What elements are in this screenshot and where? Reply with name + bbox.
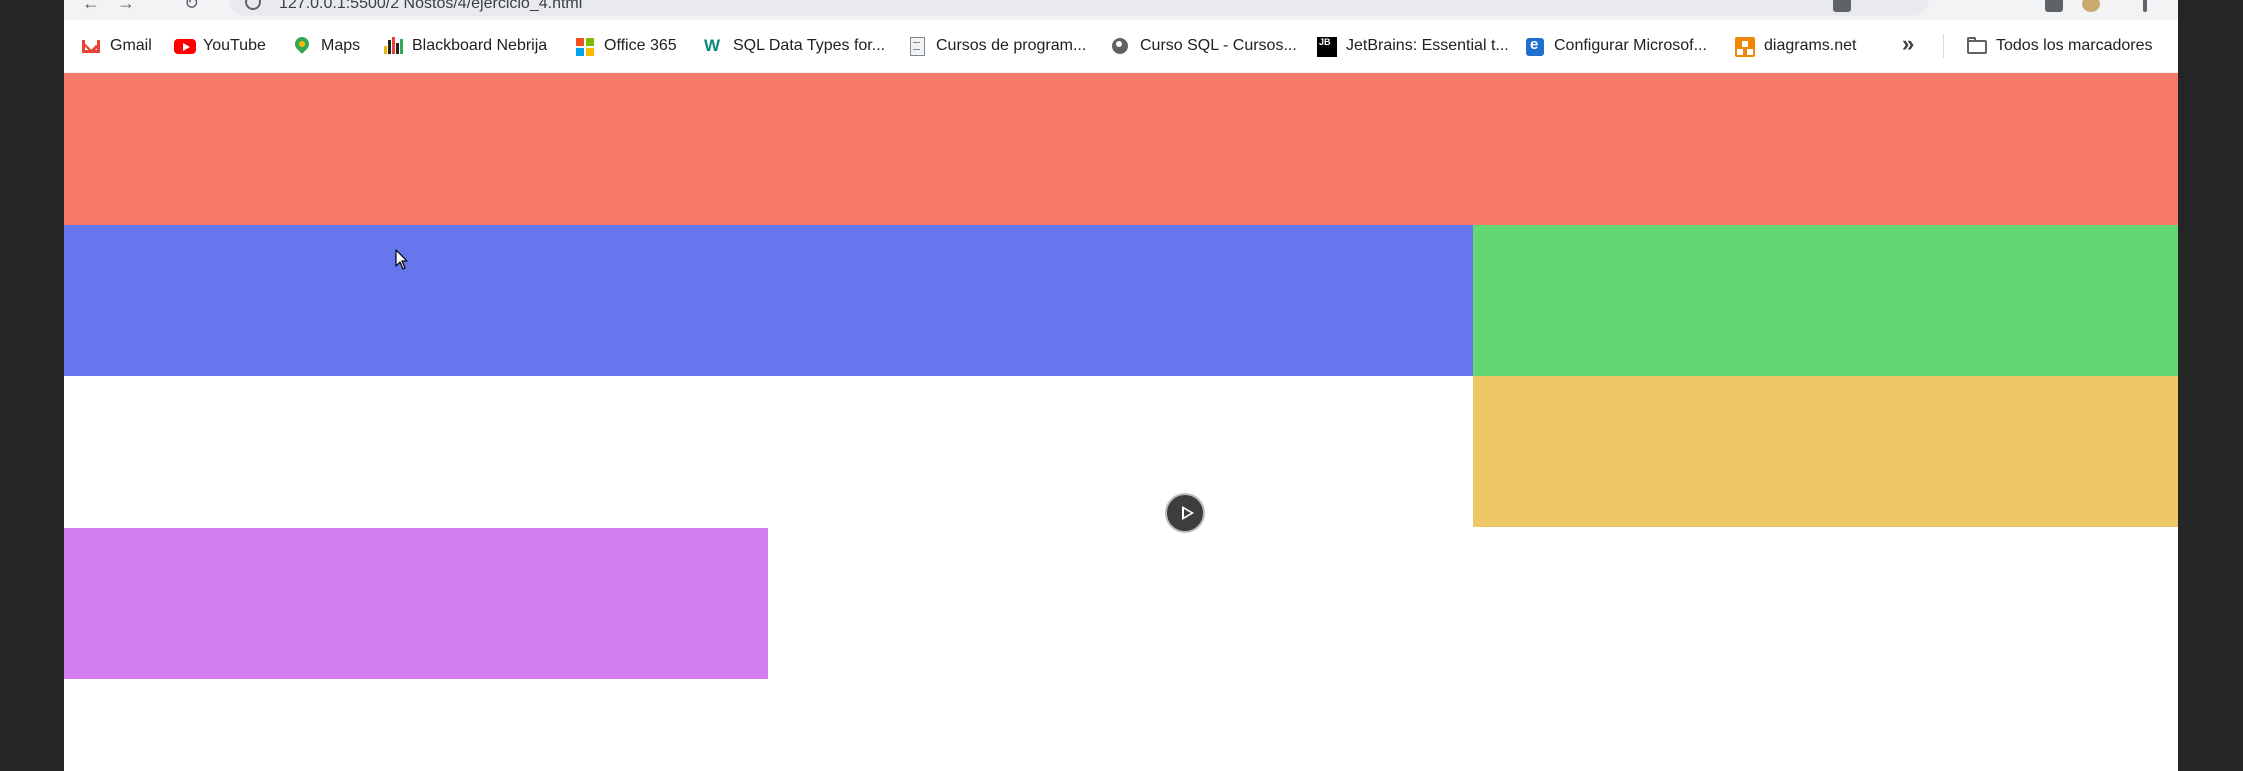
back-icon[interactable]: ← [82,0,100,12]
bookmark-label: SQL Data Types for... [733,37,886,54]
bookmark-diagrams[interactable]: diagrams.net [1735,34,1857,58]
all-bookmarks-label: Todos los marcadores [1996,37,2153,54]
browser-toolbar: ← → ↻ 127.0.0.1:5500/2 Nostos/4/ejercici… [64,0,2178,20]
ie-icon [1525,36,1545,56]
youtube-icon [174,37,196,55]
bookmark-curso-sql[interactable]: Curso SQL - Cursos... [1111,34,1297,58]
red-box [64,73,2178,225]
bookmark-gmail[interactable]: Gmail [81,34,152,58]
address-url: 127.0.0.1:5500/2 Nostos/4/ejercicio_4.ht… [279,0,583,12]
bookmark-maps[interactable]: Maps [292,34,360,58]
jetbrains-icon [1317,37,1337,57]
blue-box [64,225,1473,376]
bookmarks-divider [1943,34,1944,58]
bookmark-label: Curso SQL - Cursos... [1140,37,1297,54]
translate-icon[interactable] [1833,0,1851,12]
forward-icon[interactable]: → [117,0,135,12]
folder-icon [1967,37,1987,55]
address-bar[interactable]: 127.0.0.1:5500/2 Nostos/4/ejercicio_4.ht… [229,0,1929,16]
bookmark-label: Office 365 [604,37,677,54]
bookmark-label: Configurar Microsof... [1554,37,1707,54]
bookmark-jetbrains[interactable]: JetBrains: Essential t... [1317,34,1509,58]
bookmark-label: diagrams.net [1764,37,1857,54]
gmail-icon [81,37,101,55]
yellow-box [1473,376,2178,527]
reload-icon[interactable]: ↻ [184,0,202,12]
more-bookmarks-chevron-icon[interactable]: » [1902,32,1914,56]
bookmarks-bar: Gmail YouTube Maps Blackboard Nebrija Of… [64,20,2178,73]
bookmark-label: Gmail [110,37,152,54]
play-icon [1182,506,1194,520]
bookmark-youtube[interactable]: YouTube [174,34,266,58]
bookmark-sql-data-types[interactable]: W SQL Data Types for... [704,34,885,58]
site-info-icon[interactable] [245,0,261,10]
drawio-icon [1735,37,1755,57]
maps-icon [292,37,312,55]
bookmark-label: YouTube [203,37,266,54]
bookmark-configurar-microsoft[interactable]: Configurar Microsof... [1525,34,1707,58]
bookmark-blackboard[interactable]: Blackboard Nebrija [383,34,547,58]
browser-window: ← → ↻ 127.0.0.1:5500/2 Nostos/4/ejercici… [64,0,2178,771]
play-button[interactable] [1165,493,1205,533]
page-content [64,73,2178,771]
w3schools-icon: W [704,36,721,55]
zoom-icon[interactable] [1871,0,1889,12]
blackboard-icon [383,37,403,55]
bookmark-label: JetBrains: Essential t... [1346,37,1509,54]
star-icon[interactable] [1909,0,1927,12]
bookmark-label: Blackboard Nebrija [412,37,548,54]
document-icon [907,37,927,56]
sidebar-icon[interactable] [2045,0,2063,12]
all-bookmarks-button[interactable]: Todos los marcadores [1967,34,2153,58]
purple-box [64,528,768,679]
profile-avatar[interactable] [2082,0,2100,12]
bookmark-label: Cursos de program... [936,37,1087,54]
bookmark-cursos-programacion[interactable]: Cursos de program... [907,34,1086,58]
office-icon [575,37,595,55]
bookmark-office[interactable]: Office 365 [575,34,677,58]
green-box [1473,225,2178,376]
menu-icon[interactable] [2143,0,2147,12]
bookmark-label: Maps [321,37,361,54]
globe-icon [1111,37,1131,55]
